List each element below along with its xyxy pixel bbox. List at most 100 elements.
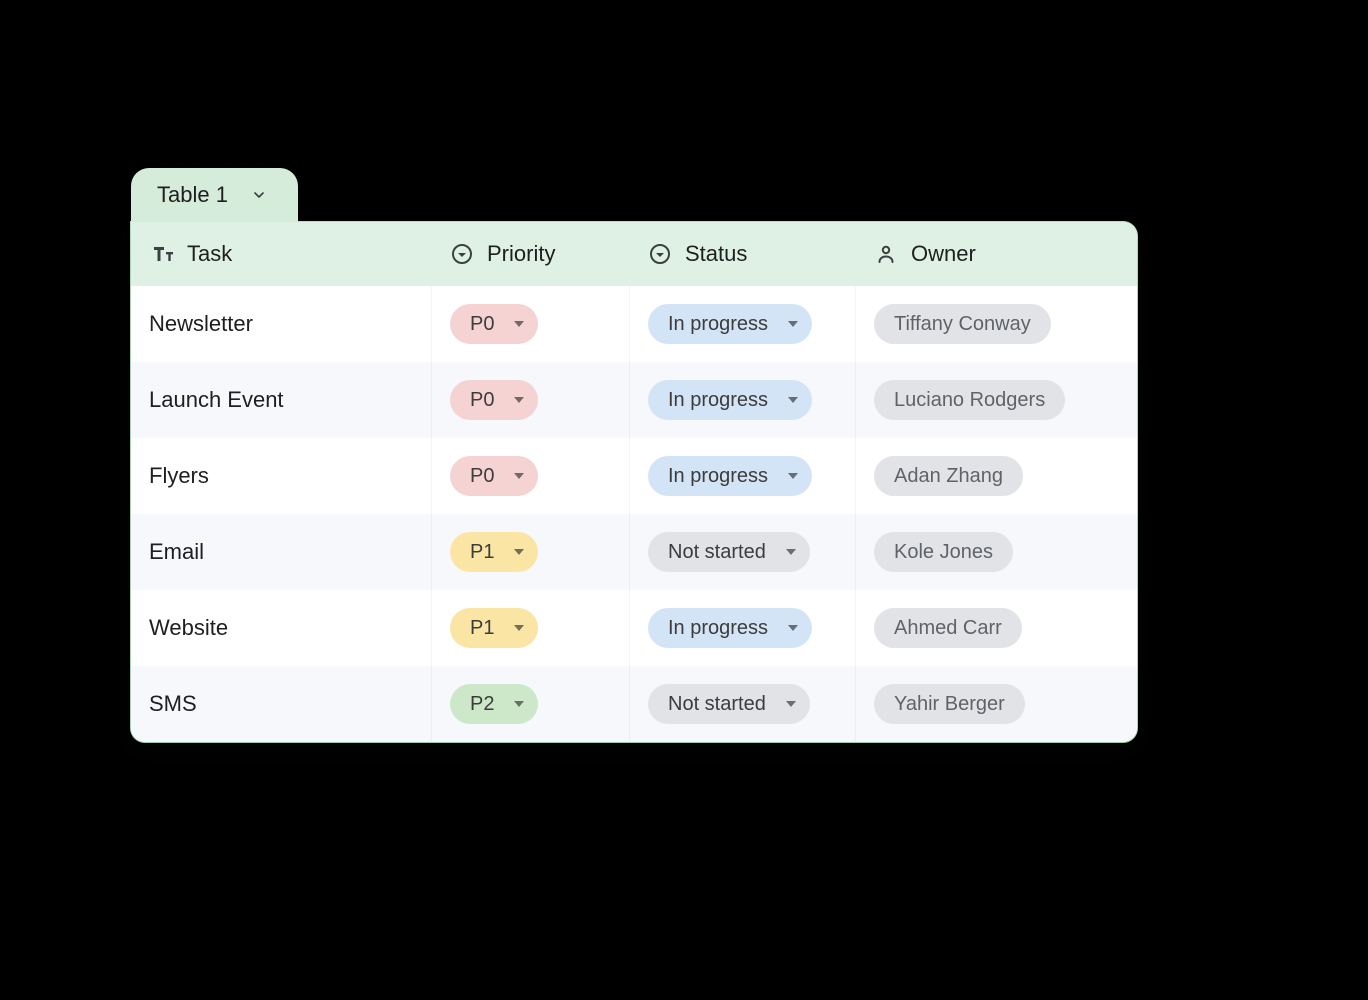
owner-chip[interactable]: Tiffany Conway: [874, 304, 1051, 344]
caret-down-icon: [514, 321, 524, 327]
owner-cell: Adan Zhang: [855, 438, 1137, 514]
status-label: Not started: [668, 542, 766, 562]
owner-chip[interactable]: Ahmed Carr: [874, 608, 1022, 648]
dropdown-icon: [449, 241, 475, 267]
table-row: Website P1 In progress Ahmed Carr: [131, 590, 1137, 666]
priority-chip[interactable]: P0: [450, 380, 538, 420]
owner-cell: Yahir Berger: [855, 666, 1137, 742]
owner-chip[interactable]: Luciano Rodgers: [874, 380, 1065, 420]
task-label: Website: [149, 615, 228, 641]
priority-chip[interactable]: P1: [450, 608, 538, 648]
table-chip-card: Table 1 Task Priority: [131, 168, 1137, 742]
column-header-status[interactable]: Status: [629, 241, 855, 267]
status-chip[interactable]: In progress: [648, 304, 812, 344]
person-icon: [873, 241, 899, 267]
status-label: In progress: [668, 466, 768, 486]
table-row: Launch Event P0 In progress Luciano Rodgers: [131, 362, 1137, 438]
task-label: Newsletter: [149, 311, 253, 337]
owner-label: Tiffany Conway: [894, 314, 1031, 334]
priority-label: P0: [470, 390, 494, 410]
caret-down-icon: [788, 625, 798, 631]
table-tab-label: Table 1: [157, 182, 228, 208]
column-header-priority[interactable]: Priority: [431, 241, 629, 267]
task-cell[interactable]: Email: [131, 514, 431, 590]
dropdown-icon: [647, 241, 673, 267]
task-label: Email: [149, 539, 204, 565]
table-row: Flyers P0 In progress Adan Zhang: [131, 438, 1137, 514]
status-cell: In progress: [629, 438, 855, 514]
task-cell[interactable]: Website: [131, 590, 431, 666]
caret-down-icon: [786, 701, 796, 707]
owner-label: Ahmed Carr: [894, 618, 1002, 638]
tab-strip: Table 1: [131, 168, 1137, 222]
owner-cell: Ahmed Carr: [855, 590, 1137, 666]
priority-chip[interactable]: P0: [450, 304, 538, 344]
column-header-task[interactable]: Task: [131, 241, 431, 267]
table-card: Task Priority Status Owner: [131, 222, 1137, 742]
priority-chip[interactable]: P0: [450, 456, 538, 496]
caret-down-icon: [788, 473, 798, 479]
priority-label: P1: [470, 542, 494, 562]
task-cell[interactable]: Flyers: [131, 438, 431, 514]
status-cell: In progress: [629, 286, 855, 362]
priority-cell: P1: [431, 590, 629, 666]
task-label: SMS: [149, 691, 197, 717]
caret-down-icon: [788, 321, 798, 327]
caret-down-icon: [514, 549, 524, 555]
status-cell: In progress: [629, 362, 855, 438]
priority-cell: P0: [431, 362, 629, 438]
column-header-label: Status: [685, 241, 747, 267]
table-body: Newsletter P0 In progress Tiffany Conway Lau…: [131, 286, 1137, 742]
table-row: Newsletter P0 In progress Tiffany Conway: [131, 286, 1137, 362]
task-label: Launch Event: [149, 387, 284, 413]
column-header-label: Task: [187, 241, 232, 267]
priority-cell: P0: [431, 438, 629, 514]
caret-down-icon: [514, 473, 524, 479]
status-chip[interactable]: In progress: [648, 456, 812, 496]
owner-chip[interactable]: Adan Zhang: [874, 456, 1023, 496]
priority-cell: P1: [431, 514, 629, 590]
status-label: In progress: [668, 314, 768, 334]
caret-down-icon: [786, 549, 796, 555]
table-row: SMS P2 Not started Yahir Berger: [131, 666, 1137, 742]
priority-chip[interactable]: P2: [450, 684, 538, 724]
priority-chip[interactable]: P1: [450, 532, 538, 572]
priority-label: P0: [470, 314, 494, 334]
status-cell: In progress: [629, 590, 855, 666]
task-label: Flyers: [149, 463, 209, 489]
caret-down-icon: [788, 397, 798, 403]
column-header-label: Priority: [487, 241, 555, 267]
priority-label: P0: [470, 466, 494, 486]
caret-down-icon: [514, 625, 524, 631]
status-chip[interactable]: In progress: [648, 608, 812, 648]
status-chip[interactable]: In progress: [648, 380, 812, 420]
status-chip[interactable]: Not started: [648, 684, 810, 724]
status-cell: Not started: [629, 514, 855, 590]
status-cell: Not started: [629, 666, 855, 742]
priority-label: P1: [470, 618, 494, 638]
table-tab[interactable]: Table 1: [131, 168, 298, 222]
column-header-owner[interactable]: Owner: [855, 241, 1137, 267]
owner-cell: Kole Jones: [855, 514, 1137, 590]
status-label: In progress: [668, 390, 768, 410]
chevron-down-icon: [246, 182, 272, 208]
text-icon: [149, 241, 175, 267]
owner-chip[interactable]: Yahir Berger: [874, 684, 1025, 724]
table-header-row: Task Priority Status Owner: [131, 222, 1137, 286]
owner-label: Adan Zhang: [894, 466, 1003, 486]
caret-down-icon: [514, 701, 524, 707]
owner-cell: Tiffany Conway: [855, 286, 1137, 362]
priority-label: P2: [470, 694, 494, 714]
owner-cell: Luciano Rodgers: [855, 362, 1137, 438]
status-label: In progress: [668, 618, 768, 638]
column-header-label: Owner: [911, 241, 976, 267]
table-row: Email P1 Not started Kole Jones: [131, 514, 1137, 590]
owner-label: Yahir Berger: [894, 694, 1005, 714]
task-cell[interactable]: Launch Event: [131, 362, 431, 438]
owner-chip[interactable]: Kole Jones: [874, 532, 1013, 572]
status-chip[interactable]: Not started: [648, 532, 810, 572]
task-cell[interactable]: SMS: [131, 666, 431, 742]
task-cell[interactable]: Newsletter: [131, 286, 431, 362]
owner-label: Kole Jones: [894, 542, 993, 562]
priority-cell: P0: [431, 286, 629, 362]
